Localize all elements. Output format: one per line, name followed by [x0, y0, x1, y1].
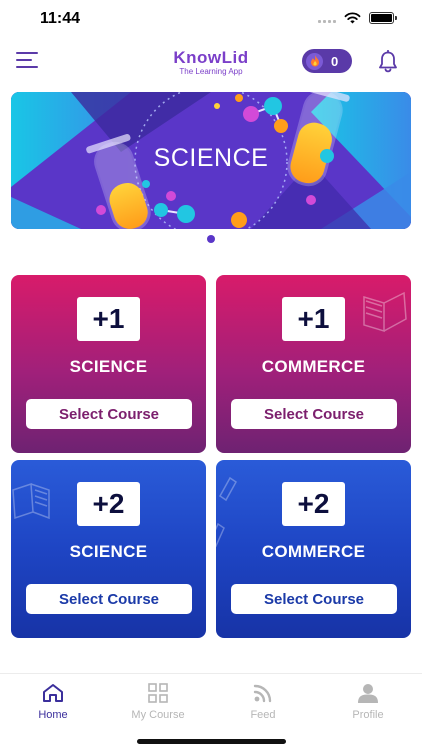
- course-card-plus1-commerce[interactable]: +1 COMMERCE Select Course: [216, 275, 411, 453]
- logo-tagline: The Learning App: [179, 67, 243, 76]
- app-logo: KnowLid The Learning App: [0, 48, 422, 76]
- feed-icon: [253, 684, 272, 703]
- app-header: KnowLid The Learning App 0: [0, 40, 422, 84]
- home-icon: [43, 684, 63, 702]
- stream-label: COMMERCE: [261, 357, 366, 376]
- grade-badge: +1: [77, 297, 140, 341]
- nav-item-profile[interactable]: Profile: [323, 682, 413, 721]
- status-time: 11:44: [40, 10, 81, 27]
- wifi-icon: [344, 12, 361, 24]
- bell-icon: [379, 49, 397, 73]
- nav-item-my-course[interactable]: My Course: [113, 682, 203, 721]
- nav-label: Home: [38, 709, 68, 721]
- coins-badge[interactable]: 0: [302, 49, 352, 73]
- nav-label: Feed: [250, 709, 276, 721]
- flame-icon: [306, 52, 323, 70]
- battery-icon: [369, 12, 397, 24]
- grade-badge: +2: [77, 482, 140, 526]
- nav-item-home[interactable]: Home: [8, 682, 98, 721]
- nav-label: My Course: [131, 709, 185, 721]
- banner-title: SCIENCE: [153, 144, 269, 172]
- nav-item-feed[interactable]: Feed: [218, 682, 308, 721]
- banner-pagination[interactable]: [0, 235, 422, 243]
- select-course-button[interactable]: Select Course: [26, 399, 192, 429]
- course-card-plus2-commerce[interactable]: +2 COMMERCE Select Course: [216, 460, 411, 638]
- status-icons: [318, 12, 397, 24]
- grade-badge: +1: [282, 297, 345, 341]
- home-indicator: [137, 739, 286, 744]
- course-card-plus2-science[interactable]: +2 SCIENCE Select Course: [11, 460, 206, 638]
- notification-button[interactable]: [377, 49, 399, 74]
- status-bar: 11:44: [0, 0, 422, 38]
- course-card-plus1-science[interactable]: +1 SCIENCE Select Course: [11, 275, 206, 453]
- coin-count: 0: [331, 53, 339, 69]
- grade-badge: +2: [282, 482, 345, 526]
- select-course-button[interactable]: Select Course: [231, 584, 397, 614]
- pagination-dot-active[interactable]: [207, 235, 215, 243]
- stream-label: SCIENCE: [69, 357, 148, 376]
- logo-name: KnowLid: [173, 48, 249, 67]
- select-course-button[interactable]: Select Course: [26, 584, 192, 614]
- stream-label: SCIENCE: [69, 542, 148, 561]
- profile-icon: [358, 684, 378, 703]
- select-course-button[interactable]: Select Course: [231, 399, 397, 429]
- stream-label: COMMERCE: [261, 542, 366, 561]
- nav-label: Profile: [352, 709, 384, 721]
- grid-icon: [148, 683, 168, 703]
- science-banner[interactable]: SCIENCE: [11, 92, 411, 229]
- signal-icon: [318, 13, 336, 23]
